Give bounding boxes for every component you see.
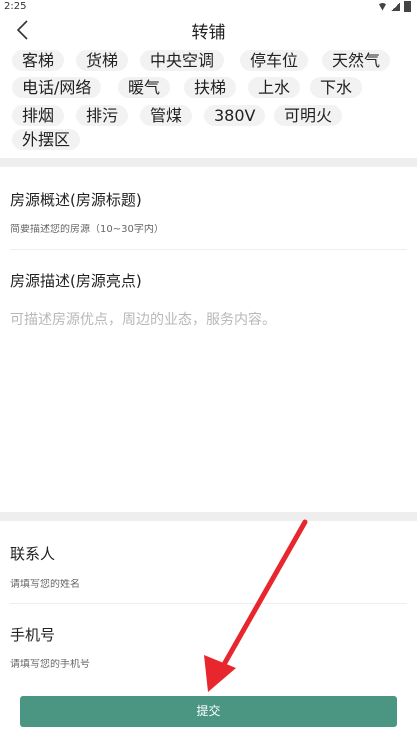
status-icons	[378, 1, 411, 12]
signal-icon	[391, 2, 400, 11]
field-separator	[10, 603, 407, 604]
tag-item[interactable]: 中央空调	[140, 50, 225, 71]
field-separator	[10, 249, 407, 250]
title-input[interactable]	[10, 224, 405, 235]
tag-item[interactable]: 下水	[310, 77, 363, 98]
tag-item[interactable]: 扶梯	[184, 77, 237, 98]
battery-icon	[404, 1, 411, 12]
tag-item[interactable]: 管煤	[140, 105, 193, 126]
tag-item[interactable]: 外摆区	[12, 129, 81, 150]
header: 转铺	[0, 14, 417, 44]
tag-item[interactable]: 上水	[248, 77, 301, 98]
tag-item[interactable]: 停车位	[240, 50, 309, 71]
title-label: 房源概述(房源标题)	[10, 191, 142, 209]
desc-textarea[interactable]	[10, 309, 407, 499]
tag-item[interactable]: 暖气	[118, 77, 171, 98]
section-divider	[0, 512, 417, 521]
tag-item[interactable]: 电话/网络	[12, 77, 102, 98]
section-divider	[0, 158, 417, 167]
tag-item[interactable]: 可明火	[274, 105, 343, 126]
tag-item[interactable]: 天然气	[322, 50, 391, 71]
tag-item[interactable]: 客梯	[12, 50, 65, 71]
contact-input[interactable]	[10, 579, 405, 590]
phone-label: 手机号	[10, 626, 56, 644]
tag-item[interactable]: 排烟	[12, 105, 65, 126]
tag-item[interactable]: 排污	[76, 105, 129, 126]
contact-label: 联系人	[10, 545, 56, 563]
wifi-icon	[378, 2, 387, 11]
tag-item[interactable]: 380V	[204, 105, 266, 126]
phone-input[interactable]	[10, 659, 405, 670]
desc-label: 房源描述(房源亮点)	[10, 272, 142, 290]
submit-button[interactable]: 提交	[20, 696, 397, 727]
tag-item[interactable]: 货梯	[76, 50, 129, 71]
status-bar: 2:25	[0, 0, 417, 14]
status-time: 2:25	[4, 1, 27, 12]
page-title: 转铺	[191, 23, 226, 43]
